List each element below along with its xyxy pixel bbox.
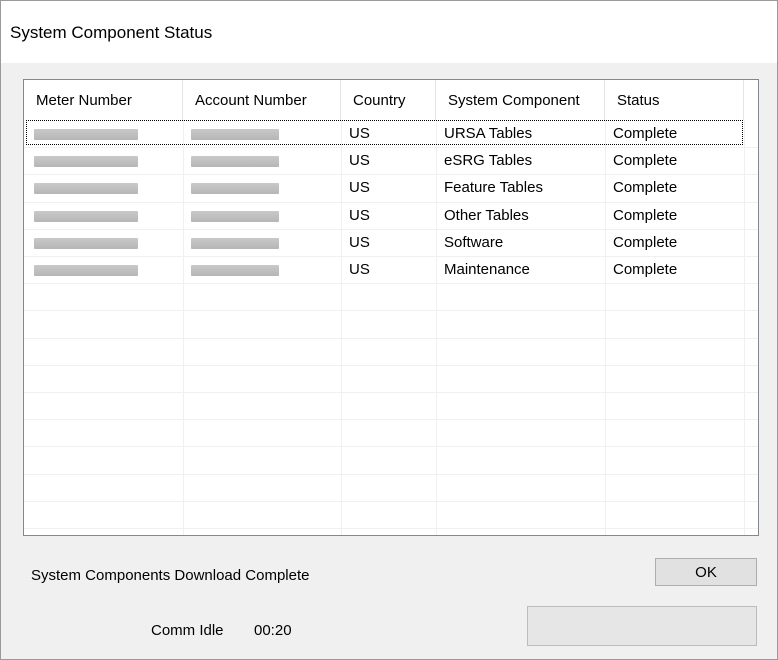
download-status-text: System Components Download Complete: [31, 567, 310, 584]
grid-row-line: [24, 283, 758, 285]
redacted-value: [191, 156, 279, 168]
component-list-view[interactable]: Meter Number Account Number Country Syst…: [23, 79, 759, 536]
window-title: System Component Status: [10, 23, 213, 42]
redacted-value: [34, 156, 138, 168]
comm-status-label: Comm Idle: [151, 622, 224, 639]
meter-number-cell: [24, 147, 183, 174]
table-row[interactable]: US URSA Tables Complete: [24, 120, 758, 147]
redacted-value: [191, 183, 279, 195]
grid-row-line: [24, 419, 758, 421]
component-cell: eSRG Tables: [444, 152, 533, 170]
ok-button[interactable]: OK: [655, 558, 757, 586]
redacted-value: [191, 129, 279, 140]
grid-row-line: [24, 392, 758, 393]
status-cell: Complete: [613, 233, 678, 251]
meter-number-cell: [24, 202, 183, 229]
status-cell: Complete: [613, 125, 678, 142]
meter-number-cell: [24, 229, 183, 256]
country-cell: US: [349, 179, 370, 197]
account-number-cell: [183, 174, 341, 201]
component-cell: Other Tables: [444, 206, 529, 224]
meter-number-cell: [24, 120, 183, 147]
account-number-cell: [183, 202, 341, 229]
table-row[interactable]: US eSRG Tables Complete: [24, 147, 758, 174]
grid-row-line: [24, 310, 758, 312]
grid-row-line: [24, 337, 758, 339]
component-cell: Feature Tables: [444, 179, 543, 197]
redacted-value: [191, 265, 279, 276]
table-row[interactable]: US Maintenance Complete: [24, 256, 758, 283]
redacted-value: [34, 237, 138, 249]
status-cell: Complete: [613, 206, 678, 224]
redacted-value: [191, 210, 279, 222]
account-number-cell: [183, 147, 341, 174]
column-header-system-component[interactable]: System Component: [436, 80, 605, 120]
column-header-meter-number[interactable]: Meter Number: [24, 80, 183, 120]
comm-idle-timer: 00:20: [254, 622, 292, 639]
progress-bar: [527, 606, 757, 646]
component-cell: Software: [444, 233, 504, 251]
account-number-cell: [183, 229, 341, 256]
meter-number-cell: [24, 174, 183, 201]
grid-row-line: [24, 364, 758, 366]
redacted-value: [34, 183, 138, 195]
column-header-status[interactable]: Status: [605, 80, 744, 120]
table-row[interactable]: US Other Tables Complete: [24, 202, 758, 229]
account-number-cell: [183, 256, 341, 283]
list-header: Meter Number Account Number Country Syst…: [24, 80, 758, 120]
meter-number-cell: [24, 256, 183, 283]
grid-row-line: [24, 528, 758, 529]
dialog-window: System Component Status Meter Number Acc…: [0, 0, 778, 660]
country-cell: US: [349, 152, 370, 170]
grid-row-line: [24, 500, 758, 502]
component-cell: Maintenance: [444, 261, 530, 278]
grid-row-line: [24, 473, 758, 475]
country-cell: US: [349, 125, 370, 142]
redacted-value: [34, 129, 138, 140]
table-row[interactable]: US Feature Tables Complete: [24, 174, 758, 201]
column-header-country[interactable]: Country: [341, 80, 436, 120]
column-header-account-number[interactable]: Account Number: [183, 80, 341, 120]
redacted-value: [191, 237, 279, 249]
status-cell: Complete: [613, 261, 678, 278]
redacted-value: [34, 265, 138, 276]
grid-row-line: [24, 446, 758, 448]
country-cell: US: [349, 261, 370, 278]
redacted-value: [34, 210, 138, 222]
title-bar: System Component Status: [1, 1, 777, 63]
component-cell: URSA Tables: [444, 125, 533, 142]
country-cell: US: [349, 233, 370, 251]
status-cell: Complete: [613, 179, 678, 197]
account-number-cell: [183, 120, 341, 147]
status-cell: Complete: [613, 152, 678, 170]
country-cell: US: [349, 206, 370, 224]
table-row[interactable]: US Software Complete: [24, 229, 758, 256]
